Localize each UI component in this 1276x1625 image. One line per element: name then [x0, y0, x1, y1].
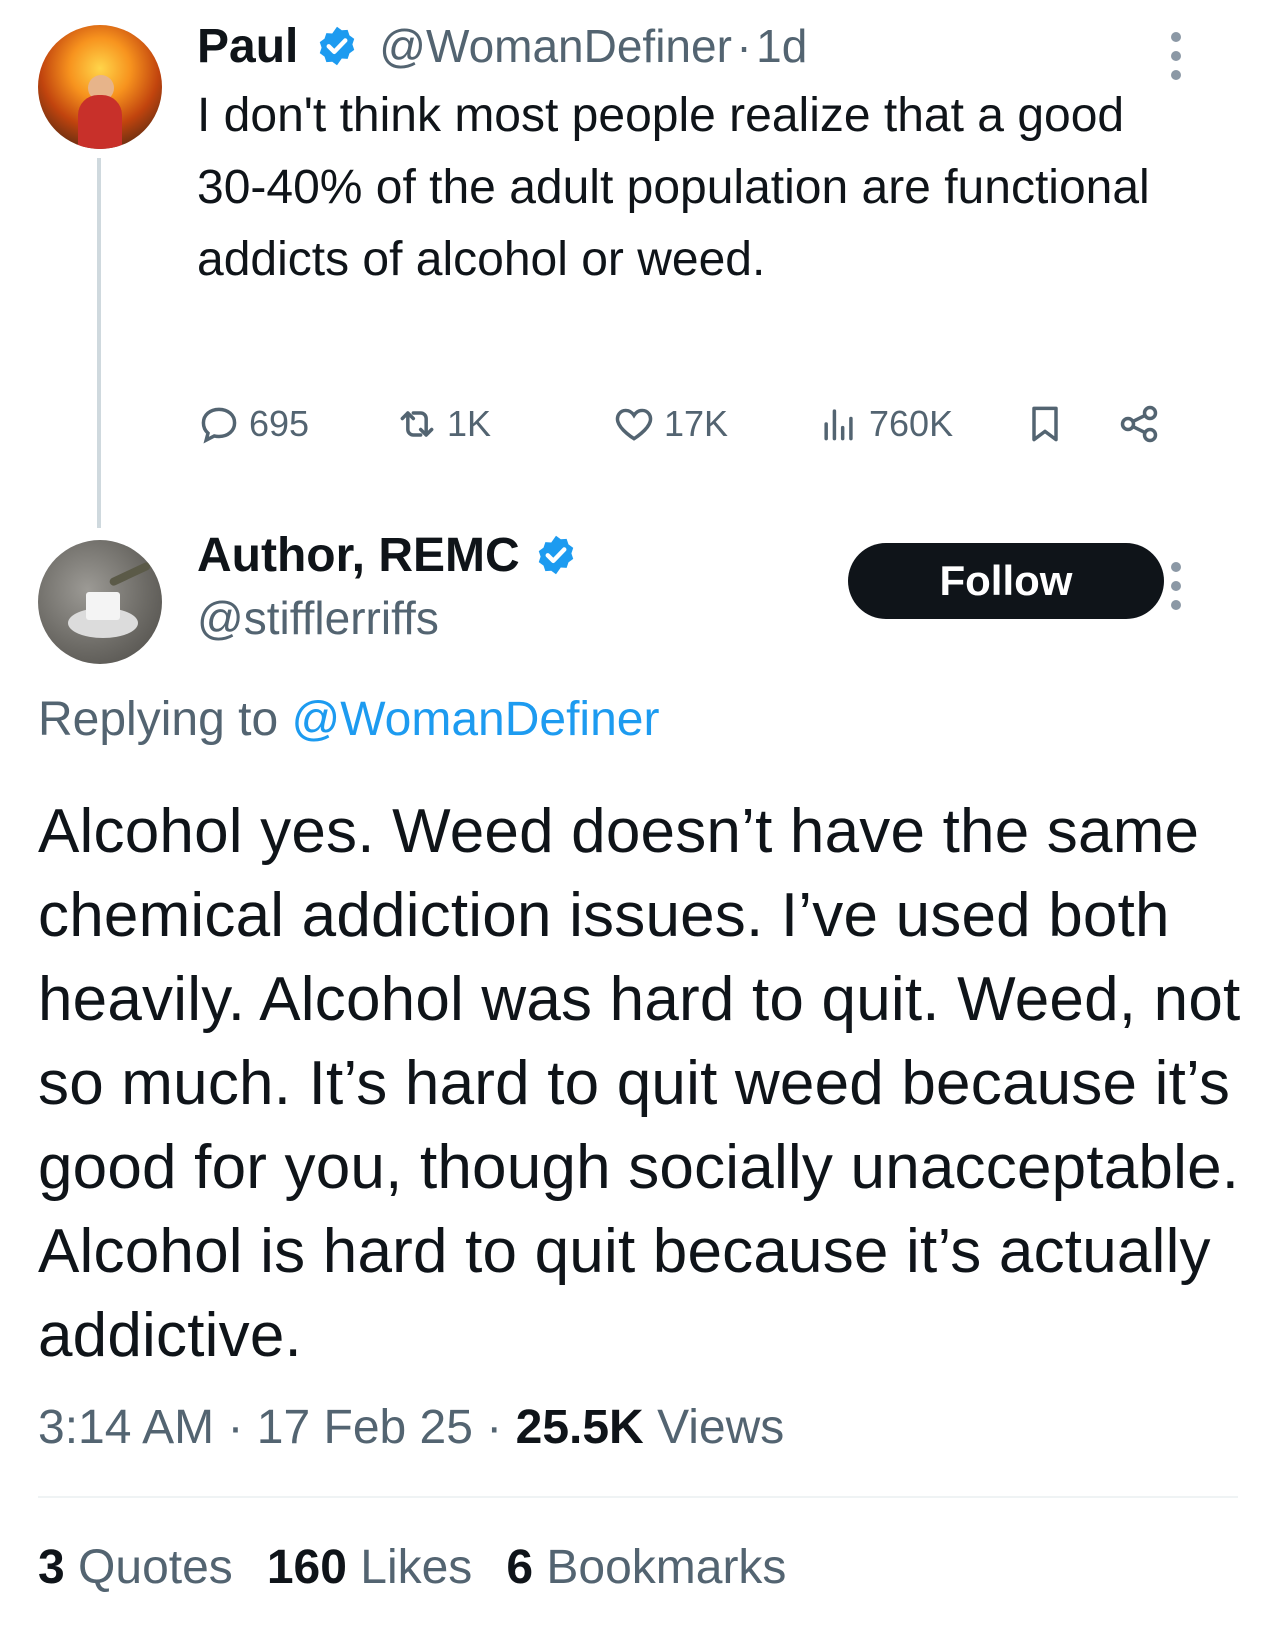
- reply-author-row: Author, REMC: [197, 528, 578, 584]
- header-separator: ·: [736, 20, 752, 72]
- parent-time-ago[interactable]: 1d: [756, 20, 807, 72]
- share-icon: [1120, 405, 1158, 443]
- reply-more-options-icon[interactable]: [1170, 562, 1182, 619]
- reply-time[interactable]: 3:14 AM: [38, 1401, 214, 1454]
- verified-badge-icon: [538, 535, 574, 575]
- engagement-stats: 3 Quotes 160 Likes 6 Bookmarks: [38, 1538, 786, 1598]
- views-bar-chart-icon: [824, 409, 853, 441]
- replying-to-mention[interactable]: @WomanDefiner: [291, 693, 659, 746]
- avatar-figure-body: [78, 95, 122, 149]
- avatar-lizard: [108, 561, 152, 587]
- reply-icon: [201, 407, 237, 444]
- bookmark-icon: [1032, 406, 1058, 442]
- parent-tweet-actions: 695 1K 17K 760K: [197, 392, 1227, 456]
- repost-action[interactable]: 1K: [395, 392, 491, 456]
- quotes-label: Quotes: [78, 1541, 233, 1594]
- reply-date[interactable]: 17 Feb 25: [257, 1401, 473, 1454]
- meta-separator: ·: [227, 1401, 244, 1454]
- replying-to-prefix: Replying to: [38, 693, 292, 746]
- reply-meta-line: 3:14 AM · 17 Feb 25 · 25.5K Views: [38, 1398, 784, 1458]
- verified-badge-icon: [319, 26, 355, 66]
- replying-to-line: Replying to @WomanDefiner: [38, 690, 659, 750]
- reply-views-count: 25.5K: [515, 1401, 644, 1454]
- reply-tweet-text: Alcohol yes. Weed doesn’t have the same …: [38, 797, 1241, 1370]
- bookmarks-count: 6: [506, 1541, 534, 1594]
- likes-stat[interactable]: 160 Likes: [267, 1541, 473, 1594]
- bookmark-action[interactable]: [1023, 392, 1075, 456]
- reply-count: 695: [249, 403, 310, 444]
- reply-author-name[interactable]: Author, REMC: [197, 529, 520, 582]
- repost-icon: [400, 411, 434, 437]
- views-action[interactable]: 760K: [817, 392, 953, 456]
- parent-tweet-text: I don't think most people realize that a…: [197, 89, 1150, 286]
- heart-icon: [615, 408, 653, 441]
- share-action[interactable]: [1117, 392, 1169, 456]
- views-count: 760K: [869, 403, 954, 444]
- parent-author-avatar[interactable]: [38, 25, 162, 149]
- bookmarks-label: Bookmarks: [546, 1541, 787, 1594]
- follow-button[interactable]: Follow: [848, 543, 1164, 619]
- reply-author-handle[interactable]: @stifflerriffs: [197, 590, 439, 646]
- quotes-stat[interactable]: 3 Quotes: [38, 1541, 233, 1594]
- avatar-cube: [86, 592, 120, 620]
- reply-author-avatar[interactable]: [38, 540, 162, 664]
- likes-count: 160: [266, 1541, 347, 1594]
- thread-connector-line: [97, 158, 101, 528]
- parent-author-handle[interactable]: @WomanDefiner: [379, 20, 732, 72]
- parent-tweet-header: Paul @WomanDefiner · 1d: [197, 18, 807, 75]
- parent-author-name[interactable]: Paul: [197, 20, 298, 73]
- likes-label: Likes: [360, 1541, 473, 1594]
- bookmarks-stat[interactable]: 6 Bookmarks: [506, 1541, 786, 1594]
- meta-separator: ·: [486, 1401, 503, 1454]
- repost-count: 1K: [447, 403, 492, 444]
- divider: [38, 1496, 1238, 1498]
- reply-views-label: Views: [657, 1401, 785, 1454]
- reply-action[interactable]: 695: [197, 392, 309, 456]
- like-count: 17K: [664, 403, 729, 444]
- quotes-count: 3: [38, 1541, 65, 1594]
- like-action[interactable]: 17K: [612, 392, 728, 456]
